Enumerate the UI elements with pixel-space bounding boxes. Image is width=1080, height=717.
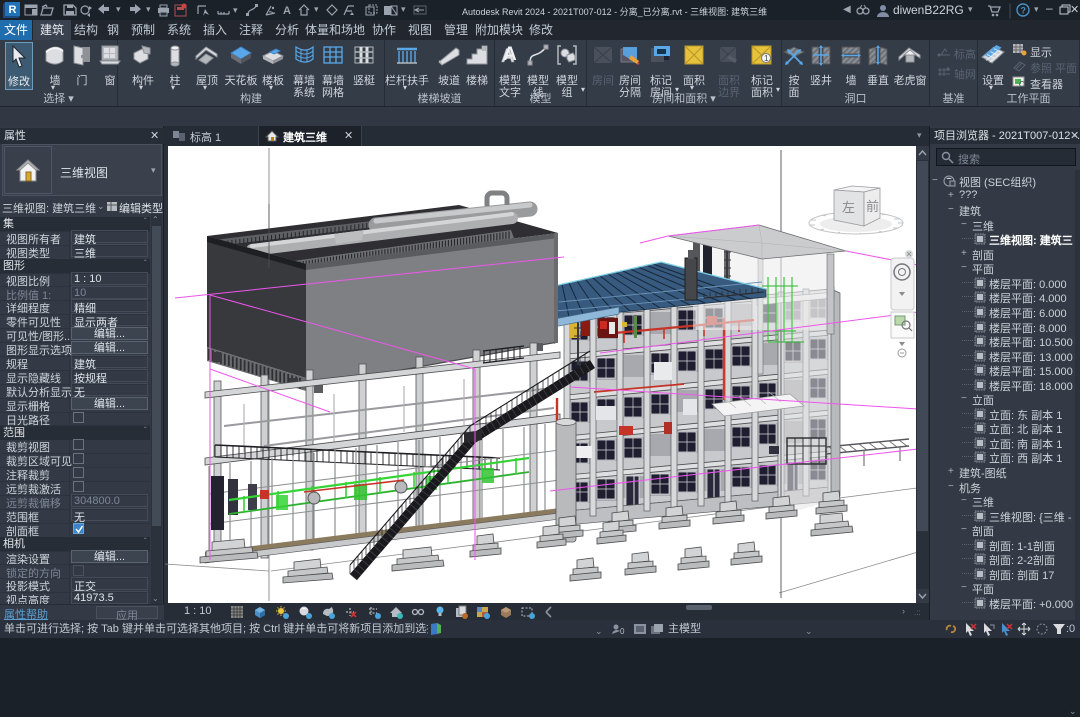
svg-text:▾: ▾ <box>314 4 319 14</box>
svg-text:▾: ▾ <box>146 4 151 14</box>
svg-text:前: 前 <box>866 199 879 214</box>
svg-text:?: ? <box>1021 6 1027 16</box>
svg-text:左: 左 <box>842 200 855 215</box>
svg-text:R: R <box>9 4 17 16</box>
svg-text:0: 0 <box>620 627 625 636</box>
svg-text:1: 1 <box>764 54 769 63</box>
svg-text:A: A <box>503 44 517 65</box>
svg-text:A: A <box>283 5 291 17</box>
svg-text:▾: ▾ <box>116 4 121 14</box>
svg-text:▾: ▾ <box>233 5 238 15</box>
svg-text:▾: ▾ <box>401 4 406 14</box>
